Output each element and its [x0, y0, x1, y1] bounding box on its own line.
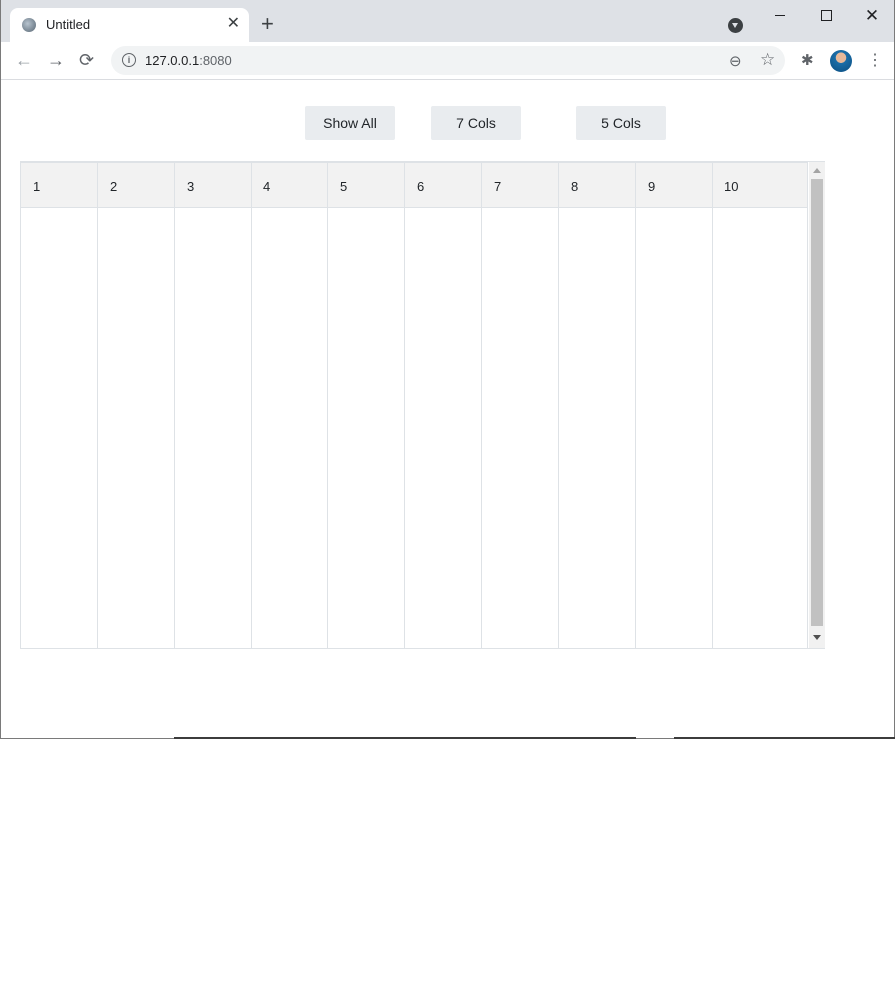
browser-tab[interactable]: Untitled ✕ [10, 8, 249, 42]
address-bar[interactable]: i 127.0.0.1:8080 ⊖ ☆ [111, 46, 785, 75]
column-header[interactable]: 4 [263, 179, 270, 194]
five-cols-button[interactable]: 5 Cols [576, 106, 666, 140]
url-port: :8080 [199, 53, 232, 68]
url-text[interactable]: 127.0.0.1:8080 [145, 53, 232, 68]
title-bar: Untitled ✕ + ✕ [1, 0, 894, 42]
browser-toolbar: ← → ⟳ i 127.0.0.1:8080 ⊖ ☆ ✱ [1, 42, 894, 80]
globe-icon [22, 18, 36, 32]
back-arrow-icon[interactable]: ← [15, 50, 33, 70]
seven-cols-button[interactable]: 7 Cols [431, 106, 521, 140]
scroll-up-arrow-icon[interactable] [813, 168, 821, 173]
close-tab-icon[interactable]: ✕ [227, 14, 240, 34]
bookmark-star-icon[interactable]: ☆ [760, 50, 775, 70]
column-header[interactable]: 9 [648, 179, 655, 194]
page-content: Show All 7 Cols 5 Cols 1 2 3 4 5 6 7 8 9… [1, 80, 894, 738]
column-header[interactable]: 10 [724, 179, 738, 194]
column-divider [481, 162, 482, 648]
tab-title: Untitled [46, 17, 91, 32]
column-divider [327, 162, 328, 648]
close-window-button[interactable]: ✕ [857, 6, 887, 26]
column-header[interactable]: 2 [110, 179, 117, 194]
column-divider [97, 162, 98, 648]
profile-avatar[interactable] [830, 50, 852, 72]
browser-menu-icon[interactable]: ⋮ [867, 48, 883, 74]
column-divider [635, 162, 636, 648]
column-divider [712, 162, 713, 648]
taskbar-edge [174, 737, 636, 739]
taskbar-edge [674, 737, 895, 739]
zoom-out-icon[interactable]: ⊖ [729, 52, 742, 70]
column-divider [251, 162, 252, 648]
url-host: 127.0.0.1 [145, 53, 200, 68]
minimize-button[interactable] [765, 6, 795, 26]
data-grid: 1 2 3 4 5 6 7 8 9 10 [20, 161, 825, 649]
column-header[interactable]: 8 [571, 179, 578, 194]
column-header[interactable]: 7 [494, 179, 501, 194]
scroll-down-arrow-icon[interactable] [813, 635, 821, 640]
show-all-button[interactable]: Show All [305, 106, 395, 140]
reload-icon[interactable]: ⟳ [79, 50, 94, 70]
tab-search-icon[interactable] [728, 18, 743, 33]
column-divider [558, 162, 559, 648]
grid-header: 1 2 3 4 5 6 7 8 9 10 [21, 162, 808, 208]
column-header[interactable]: 5 [340, 179, 347, 194]
column-header[interactable]: 1 [33, 179, 40, 194]
info-icon[interactable]: i [122, 53, 136, 67]
column-divider [174, 162, 175, 648]
maximize-button[interactable] [811, 6, 841, 26]
forward-arrow-icon[interactable]: → [47, 50, 65, 70]
column-divider [404, 162, 405, 648]
column-header[interactable]: 3 [187, 179, 194, 194]
column-divider [807, 162, 808, 648]
vertical-scrollbar[interactable] [809, 162, 825, 648]
column-header[interactable]: 6 [417, 179, 424, 194]
browser-window: Untitled ✕ + ✕ ← → ⟳ i 127.0.0.1:8080 ⊖ … [0, 0, 895, 739]
scroll-thumb[interactable] [811, 179, 823, 626]
new-tab-button[interactable]: + [261, 13, 274, 35]
extensions-puzzle-icon[interactable]: ✱ [801, 51, 814, 69]
